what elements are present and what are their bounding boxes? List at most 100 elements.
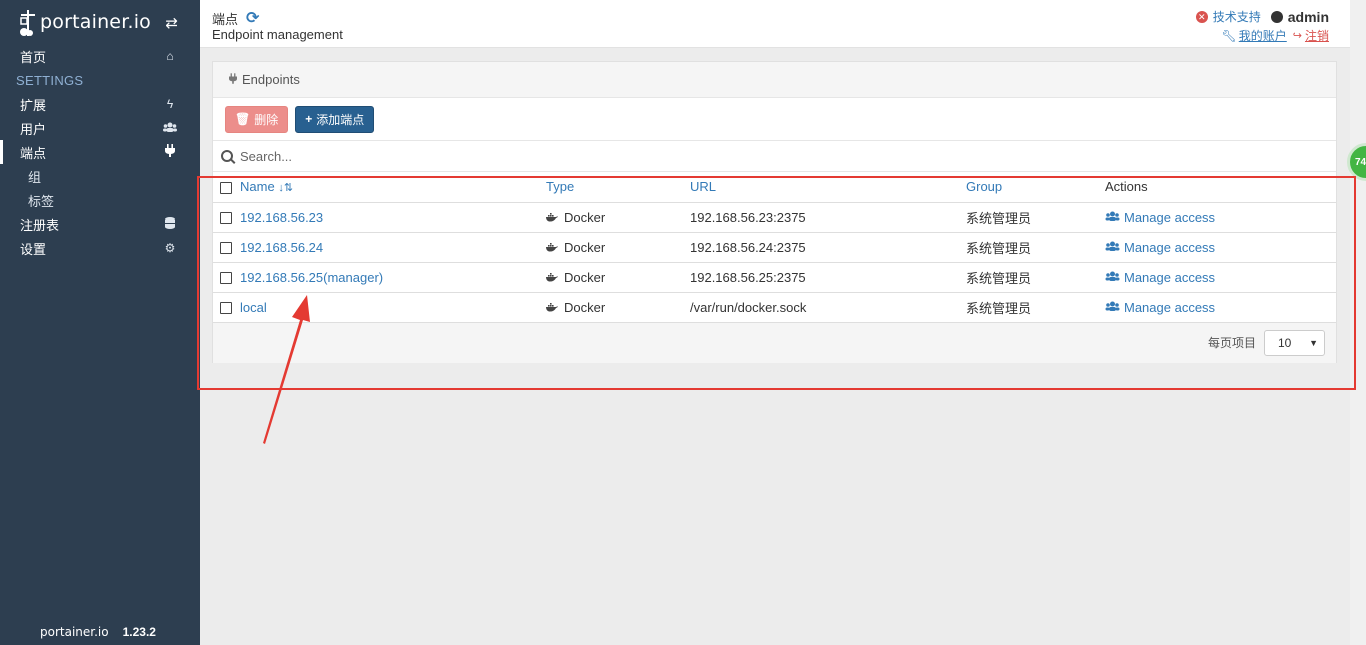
sidebar-item-label: 设置: [20, 241, 47, 257]
scrollbar[interactable]: [1350, 0, 1366, 645]
username: admin: [1287, 8, 1329, 25]
users-icon: [1105, 271, 1120, 284]
sidebar-item-label: 首页: [20, 49, 47, 65]
endpoint-name-cell: 192.168.56.23: [240, 202, 546, 233]
column-type[interactable]: Type: [546, 172, 690, 203]
table-footer: 每页项目 10 ▼: [213, 322, 1336, 363]
panel-header: Endpoints: [213, 62, 1336, 98]
manage-access-label: Manage access: [1124, 209, 1216, 225]
row-checkbox[interactable]: [220, 302, 232, 315]
manage-access-link[interactable]: Manage access: [1105, 300, 1336, 315]
endpoint-name-cell: 192.168.56.24: [240, 232, 546, 263]
page-subtitle: Endpoint management: [212, 27, 343, 42]
support-link[interactable]: ✕ 技术支持: [1195, 8, 1261, 25]
my-account-link[interactable]: 我的账户: [1239, 27, 1287, 44]
row-checkbox[interactable]: [220, 212, 232, 225]
row-checkbox[interactable]: [220, 272, 232, 285]
sidebar-subitem-tags[interactable]: 标签: [0, 188, 200, 212]
table-row[interactable]: local Docker /var/run/docker.sock 系统管理员 …: [213, 292, 1336, 323]
row-checkbox[interactable]: [220, 242, 232, 255]
footer-logo: portainer.io: [40, 625, 109, 639]
caret-down-icon: ▼: [1309, 337, 1318, 348]
sidebar-item-endpoints[interactable]: 端点: [0, 140, 200, 164]
wrench-icon: 🔧︎: [1221, 28, 1237, 43]
sidebar-item-users[interactable]: 用户: [0, 116, 200, 140]
endpoint-name-link[interactable]: 192.168.56.25(manager): [240, 270, 383, 285]
docker-icon: [546, 302, 558, 315]
per-page-value: 10: [1278, 335, 1292, 350]
endpoint-group: 系统管理员: [966, 262, 1105, 293]
sidebar-item-home[interactable]: 首页 ⌂: [0, 44, 200, 68]
table-row[interactable]: 192.168.56.24 Docker 192.168.56.24:2375 …: [213, 232, 1336, 263]
manage-access-label: Manage access: [1124, 269, 1216, 285]
sidebar-footer: portainer.io 1.23.2: [40, 625, 156, 639]
manage-access-link[interactable]: Manage access: [1105, 210, 1336, 225]
endpoint-name-link[interactable]: local: [240, 300, 267, 315]
manage-access-link[interactable]: Manage access: [1105, 240, 1336, 255]
search-input[interactable]: [240, 148, 840, 164]
users-icon: [1105, 211, 1120, 224]
endpoint-name-link[interactable]: 192.168.56.24: [240, 240, 323, 255]
logout-link[interactable]: 注销: [1305, 27, 1329, 44]
sidebar-item-settings[interactable]: 设置 ⚙: [0, 236, 200, 260]
row-checkbox-cell: [213, 232, 240, 263]
users-icon: [162, 121, 178, 135]
header-right-bottom: 🔧︎ 我的账户 ↪ 注销: [1222, 27, 1329, 44]
logout-icon: ↪: [1292, 30, 1302, 42]
manage-access-link[interactable]: Manage access: [1105, 270, 1336, 285]
endpoint-name-cell: local: [240, 292, 546, 323]
search-icon: [221, 150, 233, 162]
table-row[interactable]: 192.168.56.23 Docker 192.168.56.23:2375 …: [213, 202, 1336, 233]
endpoint-actions-cell: Manage access: [1105, 262, 1336, 293]
bolt-icon: ϟ: [166, 97, 174, 111]
sort-icon: ↓⇅: [278, 182, 294, 195]
add-endpoint-label: 添加端点: [316, 112, 365, 127]
sidebar-item-extensions[interactable]: 扩展 ϟ: [0, 92, 200, 116]
docker-icon: [546, 242, 558, 255]
table-header-row: Name ↓⇅ Type URL Group Actions: [213, 172, 1336, 203]
endpoints-panel: Endpoints 🗑︎ 删除 + 添加端点 Name ↓⇅ Type URL …: [212, 61, 1337, 363]
endpoint-actions-cell: Manage access: [1105, 202, 1336, 233]
add-endpoint-button[interactable]: + 添加端点: [295, 105, 375, 133]
endpoint-type: Docker: [564, 299, 606, 315]
column-url[interactable]: URL: [690, 172, 966, 203]
endpoint-type-cell: Docker: [546, 262, 690, 293]
sidebar-item-label: 扩展: [20, 97, 47, 113]
panel-title: Endpoints: [242, 72, 300, 87]
user-menu: admin: [1270, 8, 1329, 25]
user-icon: [1270, 10, 1283, 23]
brand[interactable]: portainer.io ⇄: [0, 0, 200, 44]
column-group[interactable]: Group: [966, 172, 1105, 203]
plus-icon: +: [305, 112, 313, 126]
sidebar: portainer.io ⇄ 首页 ⌂ SETTINGS 扩展 ϟ 用户 端点 …: [0, 0, 200, 645]
page-header: 端点 ⟳ Endpoint management ✕ 技术支持 admin 🔧︎…: [200, 0, 1350, 48]
portainer-logo-icon: [18, 8, 38, 36]
endpoint-name-cell: 192.168.56.25(manager): [240, 262, 546, 293]
manage-access-label: Manage access: [1124, 299, 1216, 315]
delete-button[interactable]: 🗑︎ 删除: [225, 105, 289, 133]
delete-label: 删除: [254, 112, 279, 127]
sidebar-subitem-groups[interactable]: 组: [0, 164, 200, 188]
endpoint-type-cell: Docker: [546, 292, 690, 323]
refresh-icon[interactable]: ⟳: [246, 8, 259, 28]
endpoint-name-link[interactable]: 192.168.56.23: [240, 210, 323, 225]
sidebar-item-registries[interactable]: 注册表: [0, 212, 200, 236]
row-checkbox-cell: [213, 292, 240, 323]
select-all-checkbox[interactable]: [220, 181, 232, 194]
sidebar-item-label: 用户: [20, 121, 47, 137]
header-right-top: ✕ 技术支持 admin: [1195, 8, 1329, 25]
cogs-icon: ⚙: [164, 241, 176, 255]
docker-icon: [546, 212, 558, 225]
endpoint-type: Docker: [564, 209, 606, 225]
toggle-sidebar-icon[interactable]: ⇄: [165, 14, 178, 32]
support-icon: ✕: [1195, 10, 1208, 23]
column-name[interactable]: Name ↓⇅: [240, 172, 546, 203]
brand-name: portainer.io: [40, 11, 152, 33]
per-page-select[interactable]: 10 ▼: [1264, 329, 1325, 356]
endpoint-url: 192.168.56.25:2375: [690, 262, 966, 293]
trash-icon: 🗑︎: [235, 112, 251, 126]
endpoint-url: 192.168.56.24:2375: [690, 232, 966, 263]
users-icon: [1105, 301, 1120, 314]
table-row[interactable]: 192.168.56.25(manager) Docker 192.168.56…: [213, 262, 1336, 293]
search-bar: [213, 141, 1336, 172]
